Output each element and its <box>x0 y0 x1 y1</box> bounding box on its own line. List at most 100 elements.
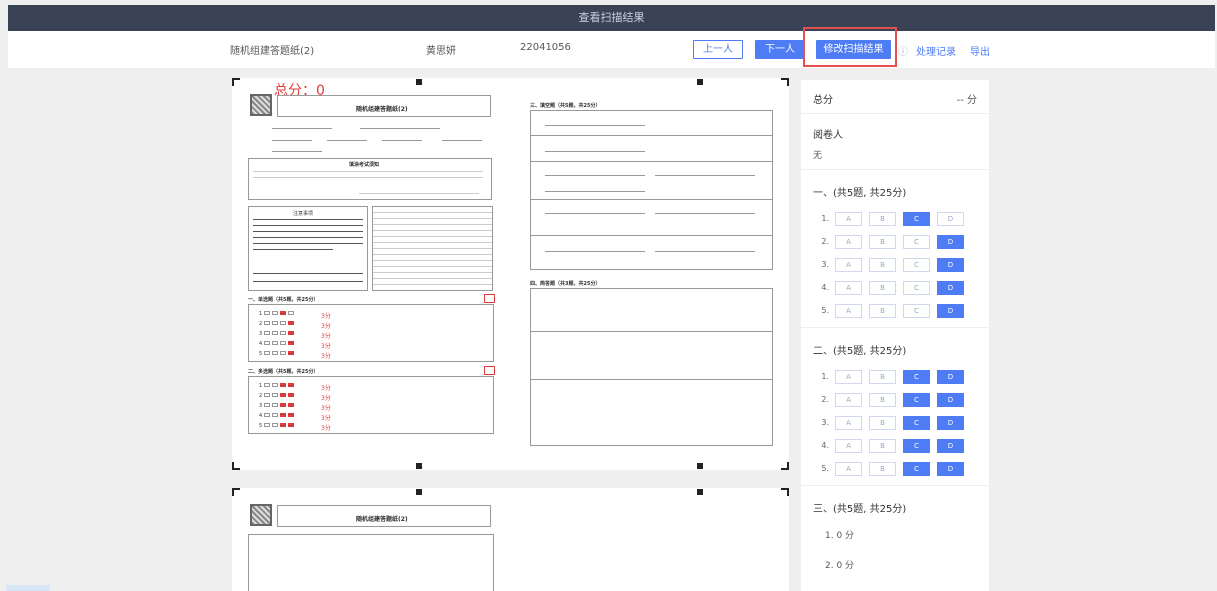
option-a-button[interactable]: A <box>835 258 862 272</box>
sheet-title-box: 随机组建答题纸(2) <box>277 95 491 117</box>
section4-title: 四、简答题（共3题，共25分） <box>530 281 601 287</box>
question-row: 5. A B C D <box>813 304 983 318</box>
notes-title: 注意事项 <box>293 211 314 217</box>
option-d-button[interactable]: D <box>937 439 964 453</box>
option-a-button[interactable]: A <box>835 439 862 453</box>
result-panel: 总分 -- 分 阅卷人 无 一、(共5题, 共25分) 1. A B C D 2. A B C D… <box>801 80 989 591</box>
score-box <box>484 294 495 303</box>
option-c-button[interactable]: C <box>903 370 930 384</box>
option-b-button[interactable]: B <box>869 281 896 295</box>
anchor-mark <box>697 463 703 469</box>
question-number: 2. <box>821 237 829 246</box>
qr-code <box>250 94 272 116</box>
question-number: 1. <box>821 372 829 381</box>
reviewer-row: 阅卷人 无 <box>801 114 989 170</box>
option-d-button[interactable]: D <box>937 416 964 430</box>
notes-box: 注意事项 <box>248 206 368 291</box>
corner-mark <box>781 462 789 470</box>
paper-name: 随机组建答题纸(2) <box>230 46 315 57</box>
option-b-button[interactable]: B <box>869 370 896 384</box>
corner-mark <box>781 78 789 86</box>
bottom-tab[interactable] <box>6 585 50 591</box>
option-b-button[interactable]: B <box>869 212 896 226</box>
option-c-button[interactable]: C <box>903 462 930 476</box>
info-icon: ⓘ <box>898 47 908 58</box>
score-box <box>484 366 495 375</box>
option-d-button[interactable]: D <box>937 281 964 295</box>
next-student-button[interactable]: 下一人 <box>755 40 805 59</box>
question-row: 2. A B C D <box>813 393 983 407</box>
section3-panel-title: 三、(共5题, 共25分) <box>813 504 907 515</box>
question-number: 5. <box>821 306 829 315</box>
answer-sheet-page-1: 总分：0 随机组建答题纸(2) 填涂考试须知 注意事项 一、单选题（共5题，共2… <box>232 78 789 470</box>
question-row: 1. A B C D <box>813 212 983 226</box>
question-number: 3. <box>821 260 829 269</box>
option-d-button[interactable]: D <box>937 393 964 407</box>
option-a-button[interactable]: A <box>835 370 862 384</box>
corner-mark <box>232 78 240 86</box>
section1-panel: 一、(共5题, 共25分) 1. A B C D 2. A B C D 3. A B C D 4. A B C D 5.… <box>801 170 989 328</box>
option-b-button[interactable]: B <box>869 304 896 318</box>
section2-panel: 二、(共5题, 共25分) 1. A B C D 2. A B C D 3. A B C D 4. A B C D 5.… <box>801 328 989 486</box>
option-a-button[interactable]: A <box>835 235 862 249</box>
export-link[interactable]: 导出 <box>970 43 990 58</box>
option-b-button[interactable]: B <box>869 439 896 453</box>
reviewer-label: 阅卷人 <box>813 130 843 141</box>
essay-area <box>530 288 773 446</box>
section1-answers: 1 2 3 4 5 3分 3分 3分 3分 3分 <box>248 304 494 362</box>
fill-question-score: 2. 0 分 <box>825 561 855 571</box>
answer-sheet-page-2: 随机组建答题纸(2) <box>232 488 789 591</box>
option-c-button[interactable]: C <box>903 212 930 226</box>
anchor-mark <box>697 79 703 85</box>
option-a-button[interactable]: A <box>835 212 862 226</box>
question-row: 4. A B C D <box>813 281 983 295</box>
total-label: 总分 <box>813 95 833 106</box>
prev-student-button[interactable]: 上一人 <box>693 40 743 59</box>
option-d-button[interactable]: D <box>937 370 964 384</box>
qr-code <box>250 504 272 526</box>
question-number: 3. <box>821 418 829 427</box>
section1-panel-title: 一、(共5题, 共25分) <box>813 188 907 199</box>
question-row: 2. A B C D <box>813 235 983 249</box>
option-b-button[interactable]: B <box>869 393 896 407</box>
question-row: 5. A B C D <box>813 462 983 476</box>
option-c-button[interactable]: C <box>903 281 930 295</box>
notice-title: 填涂考试须知 <box>349 162 380 168</box>
option-b-button[interactable]: B <box>869 258 896 272</box>
question-number: 2. <box>821 395 829 404</box>
sheet-title: 随机组建答题纸(2) <box>356 106 408 113</box>
option-c-button[interactable]: C <box>903 235 930 249</box>
question-row: 3. A B C D <box>813 258 983 272</box>
option-c-button[interactable]: C <box>903 258 930 272</box>
student-id-grid <box>372 206 493 291</box>
option-b-button[interactable]: B <box>869 462 896 476</box>
option-a-button[interactable]: A <box>835 393 862 407</box>
option-a-button[interactable]: A <box>835 462 862 476</box>
option-d-button[interactable]: D <box>937 235 964 249</box>
option-d-button[interactable]: D <box>937 212 964 226</box>
history-link[interactable]: 处理记录 <box>916 43 956 58</box>
option-b-button[interactable]: B <box>869 416 896 430</box>
anchor-mark <box>416 463 422 469</box>
question-number: 4. <box>821 441 829 450</box>
corner-mark <box>781 488 789 496</box>
section3-title: 三、填空题（共5题，共25分） <box>530 103 601 109</box>
question-row: 3. A B C D <box>813 416 983 430</box>
option-d-button[interactable]: D <box>937 462 964 476</box>
option-c-button[interactable]: C <box>903 439 930 453</box>
option-c-button[interactable]: C <box>903 416 930 430</box>
option-a-button[interactable]: A <box>835 416 862 430</box>
section2-title: 二、多选题（共5题，共25分） <box>248 369 319 375</box>
option-a-button[interactable]: A <box>835 304 862 318</box>
section2-panel-title: 二、(共5题, 共25分) <box>813 346 907 357</box>
section2-answers: 1 2 3 4 5 3分 3分 3分 3分 3分 <box>248 376 494 434</box>
option-c-button[interactable]: C <box>903 304 930 318</box>
section3-panel: 三、(共5题, 共25分) 1. 0 分 2. 0 分 <box>801 486 989 591</box>
option-d-button[interactable]: D <box>937 258 964 272</box>
option-d-button[interactable]: D <box>937 304 964 318</box>
total-row: 总分 -- 分 <box>801 80 989 114</box>
option-a-button[interactable]: A <box>835 281 862 295</box>
option-c-button[interactable]: C <box>903 393 930 407</box>
option-b-button[interactable]: B <box>869 235 896 249</box>
title-bar: 查看扫描结果 <box>8 5 1215 31</box>
